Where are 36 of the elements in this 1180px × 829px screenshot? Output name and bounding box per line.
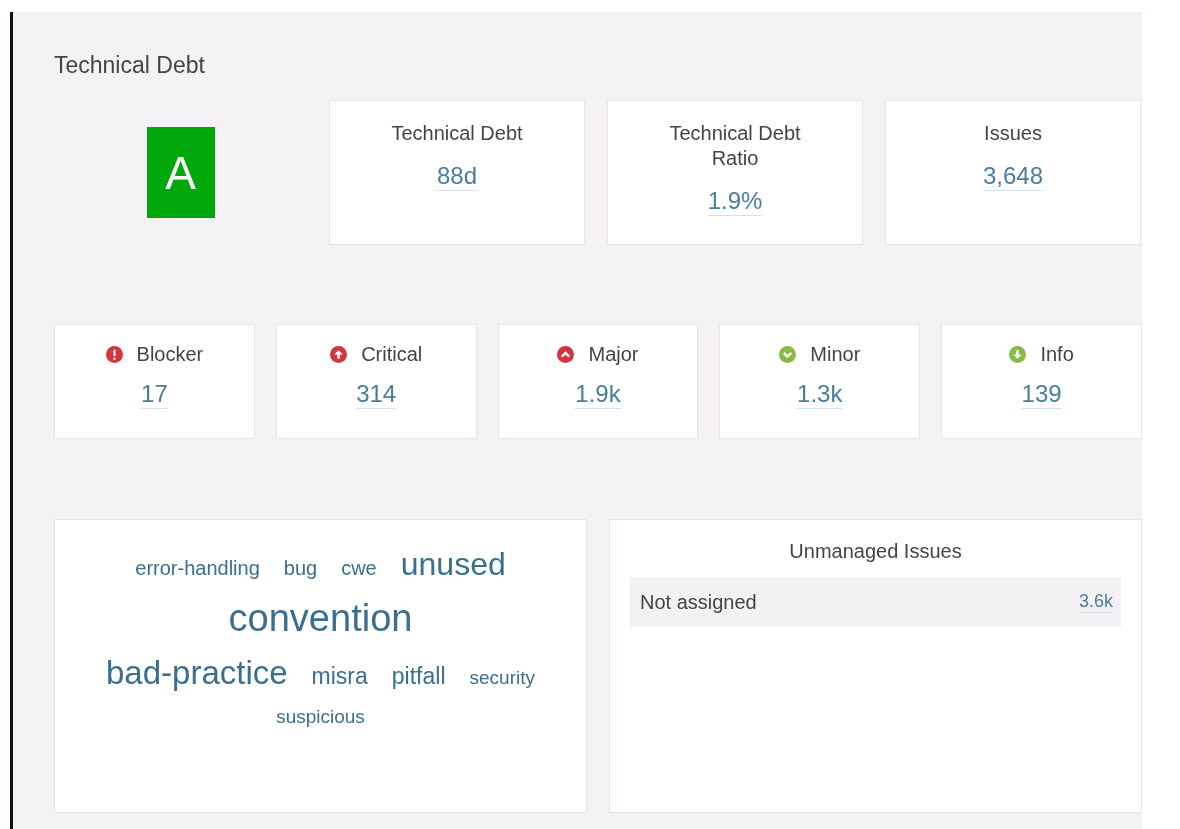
- severity-count-link[interactable]: 1.9k: [575, 380, 621, 409]
- severity-label: Blocker: [136, 343, 204, 366]
- tag-link[interactable]: security: [469, 667, 535, 689]
- card-title: Unmanaged Issues: [789, 540, 962, 563]
- section-title: Technical Debt: [54, 52, 205, 79]
- tag-link[interactable]: cwe: [341, 557, 377, 580]
- tag-link[interactable]: unused: [400, 546, 506, 583]
- tag-link[interactable]: suspicious: [276, 706, 365, 728]
- severity-count-link[interactable]: 139: [1021, 380, 1062, 409]
- metric-value-link[interactable]: 1.9%: [707, 187, 763, 216]
- tag-link[interactable]: pitfall: [391, 663, 446, 690]
- metric-label: Issues: [983, 121, 1043, 146]
- rating-badge: A: [146, 127, 215, 218]
- severity-label: Major: [588, 343, 639, 366]
- blocker-severity-icon: [105, 346, 123, 363]
- metric-label: Technical Debt Ratio: [668, 121, 802, 171]
- critical-severity-icon: [330, 346, 348, 363]
- tag-link[interactable]: convention: [95, 597, 546, 640]
- tag-link[interactable]: error-handling: [135, 557, 260, 580]
- metric-label: Technical Debt: [390, 121, 524, 146]
- issue-count-link[interactable]: 3.6k: [1078, 591, 1113, 613]
- tag-link[interactable]: misra: [311, 663, 368, 690]
- severity-count-link[interactable]: 1.3k: [797, 380, 843, 409]
- info-severity-icon: [1009, 346, 1027, 363]
- row-label: Not assigned: [640, 590, 757, 614]
- severity-count-link[interactable]: 314: [356, 380, 397, 409]
- severity-count-link[interactable]: 17: [141, 380, 168, 409]
- tag-link[interactable]: bug: [283, 557, 318, 580]
- minor-severity-icon: [779, 346, 797, 363]
- severity-label: Critical: [361, 343, 423, 366]
- severity-label: Minor: [810, 343, 861, 366]
- tag-link[interactable]: bad-practice: [106, 654, 288, 692]
- metric-value-link[interactable]: 88d: [436, 162, 477, 191]
- major-severity-icon: [557, 346, 575, 363]
- severity-label: Info: [1040, 343, 1074, 366]
- metric-value-link[interactable]: 3,648: [982, 162, 1044, 191]
